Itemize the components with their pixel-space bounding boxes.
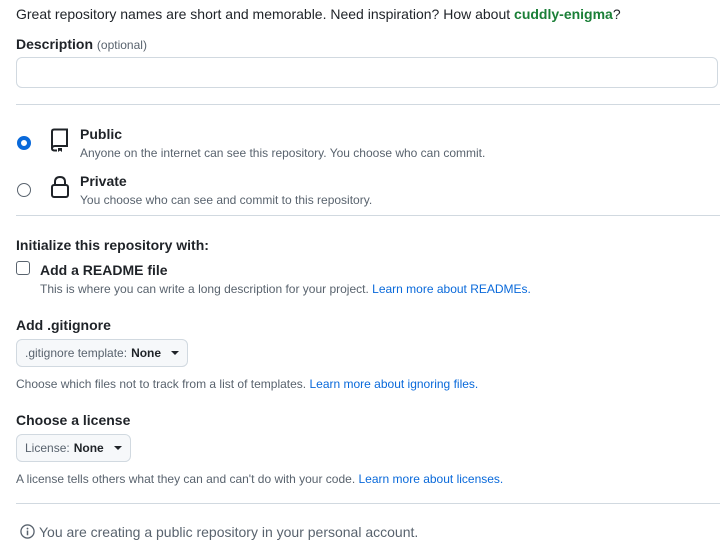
readme-help-text: This is where you can write a long descr… — [40, 282, 373, 296]
caret-down-icon — [113, 446, 122, 450]
caret-down-icon — [171, 351, 180, 355]
gitignore-select[interactable]: .gitignore template: None — [16, 339, 189, 367]
visibility-public-title: Public — [80, 126, 123, 142]
gitignore-heading: Add .gitignore — [16, 317, 111, 333]
repo-icon — [49, 128, 71, 152]
license-help: A license tells others what they can and… — [16, 472, 503, 486]
radio-public[interactable] — [17, 136, 31, 150]
hint-text: Great repository names are short and mem… — [16, 6, 515, 22]
description-label-text: Description — [16, 36, 94, 52]
visibility-private-desc: You choose who can see and commit to thi… — [80, 193, 373, 207]
divider — [16, 503, 720, 504]
gitignore-help: Choose which files not to track from a l… — [16, 377, 478, 391]
name-suggestion-link[interactable]: cuddly-enigma — [514, 6, 613, 22]
lock-icon — [50, 175, 70, 199]
license-heading: Choose a license — [16, 412, 131, 428]
license-help-text: A license tells others what they can and… — [16, 472, 359, 486]
divider — [16, 215, 720, 216]
gitignore-select-key: .gitignore template: — [25, 346, 128, 360]
gitignore-select-value: None — [131, 346, 162, 360]
info-icon — [20, 524, 35, 539]
license-select[interactable]: License: None — [16, 434, 131, 462]
divider — [16, 104, 720, 105]
description-input[interactable] — [16, 57, 718, 88]
readme-help: This is where you can write a long descr… — [40, 282, 531, 296]
license-select-key: License: — [25, 441, 70, 455]
license-learn-more-link[interactable]: Learn more about licenses. — [359, 472, 504, 486]
init-heading: Initialize this repository with: — [16, 237, 209, 253]
readme-learn-more-link[interactable]: Learn more about READMEs. — [372, 282, 531, 296]
gitignore-help-text: Choose which files not to track from a l… — [16, 377, 310, 391]
visibility-private-title: Private — [80, 173, 127, 189]
radio-private[interactable] — [17, 183, 31, 197]
repo-name-hint: Great repository names are short and mem… — [16, 6, 621, 22]
optional-tag: (optional) — [96, 38, 147, 52]
license-select-value: None — [73, 441, 104, 455]
visibility-note: You are creating a public repository in … — [39, 524, 419, 540]
description-label: Description (optional) — [16, 36, 147, 52]
visibility-public-desc: Anyone on the internet can see this repo… — [80, 146, 486, 160]
readme-checkbox[interactable] — [16, 261, 30, 275]
gitignore-learn-more-link[interactable]: Learn more about ignoring files. — [309, 377, 478, 391]
hint-suffix: ? — [612, 6, 621, 22]
readme-label[interactable]: Add a README file — [40, 262, 168, 278]
